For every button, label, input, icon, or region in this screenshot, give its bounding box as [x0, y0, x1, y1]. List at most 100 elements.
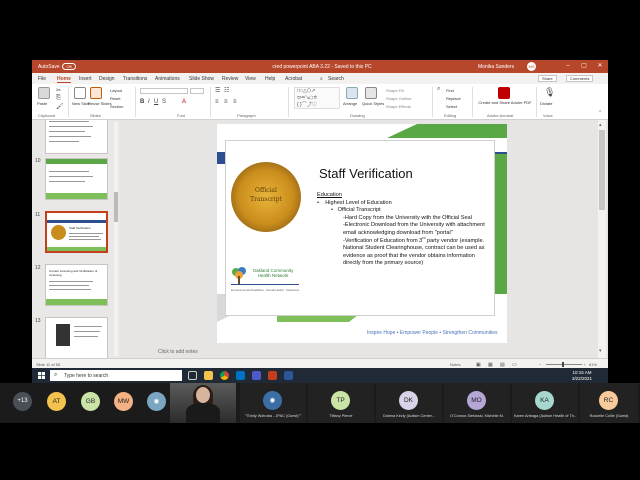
- zoom-out-icon[interactable]: −: [539, 362, 541, 367]
- active-speaker-video[interactable]: [170, 383, 236, 423]
- font-size-field[interactable]: [190, 88, 204, 94]
- align-right-icon[interactable]: ≡: [233, 99, 237, 105]
- tab-acrobat[interactable]: Acrobat: [285, 76, 302, 82]
- minimize-icon[interactable]: –: [562, 62, 574, 71]
- scroll-up-icon[interactable]: ▴: [599, 122, 602, 128]
- task-view-icon[interactable]: [188, 371, 197, 380]
- participant-avatar[interactable]: MW: [114, 392, 133, 411]
- tab-file[interactable]: File: [38, 76, 46, 82]
- windows-start-icon[interactable]: [38, 372, 45, 379]
- participant-tile[interactable]: DK Dolena Kezly (Autism Center...: [376, 383, 442, 423]
- microphone-icon[interactable]: 🎙: [544, 87, 555, 98]
- slide-thumbnail-10[interactable]: [45, 158, 108, 200]
- tab-home[interactable]: Home: [57, 76, 71, 83]
- user-avatar[interactable]: MS: [527, 62, 536, 71]
- participant-avatar[interactable]: AT: [47, 392, 66, 411]
- slide-thumbnail-11[interactable]: Staff Verification: [45, 211, 108, 253]
- thumbnails-scrollbar[interactable]: [114, 122, 118, 356]
- shape-fill-button[interactable]: Shape Fill: [386, 88, 404, 93]
- arrange-button[interactable]: Arrange: [343, 101, 357, 106]
- underline-icon[interactable]: U: [154, 99, 158, 105]
- participant-tile[interactable]: TP Tiffany Pierce: [308, 383, 374, 423]
- find-button[interactable]: Find: [446, 88, 454, 93]
- dictate-button[interactable]: Dictate: [540, 101, 552, 106]
- numbering-icon[interactable]: ☷: [224, 87, 229, 94]
- participant-tile[interactable]: RC Rockelle Collie (Guest): [580, 383, 638, 423]
- search-icon[interactable]: ⌕: [320, 76, 323, 82]
- align-center-icon[interactable]: ≡: [224, 99, 228, 105]
- tab-insert[interactable]: Insert: [79, 76, 92, 82]
- tab-review[interactable]: Review: [222, 76, 238, 82]
- create-share-pdf-button[interactable]: Create and Share Adobe PDF: [478, 100, 532, 106]
- shape-outline-button[interactable]: Shape Outline: [386, 96, 411, 101]
- bullets-icon[interactable]: ☰: [215, 87, 220, 94]
- taskbar-search[interactable]: ⌕ Type here to search: [50, 370, 182, 381]
- participant-avatar-person-icon[interactable]: ◉: [147, 392, 166, 411]
- participant-tile[interactable]: MO O'Connor-Siekloski, Michelle M.: [444, 383, 510, 423]
- shapes-gallery[interactable]: □○△⬠↗ ⬭▭↘⬡☆{ }⌒⤴♡: [294, 87, 340, 109]
- paste-button[interactable]: Paste: [37, 101, 47, 106]
- comments-button[interactable]: Comments: [566, 75, 594, 82]
- collapse-ribbon-icon[interactable]: ⌃: [598, 110, 602, 116]
- slide-thumbnail-12[interactable]: Current Licensing and Verification of Li…: [45, 264, 108, 306]
- reuse-slides-button[interactable]: Reuse Slides: [88, 101, 112, 106]
- slide-canvas[interactable]: Official Transcript Oakland Community He…: [217, 124, 507, 343]
- tab-transitions[interactable]: Transitions: [123, 76, 147, 82]
- notes-button[interactable]: Notes: [450, 362, 460, 367]
- tab-slide-show[interactable]: Slide Show: [189, 76, 214, 82]
- powerpoint-taskbar-icon[interactable]: [268, 371, 277, 380]
- notes-pane[interactable]: Click to add notes: [158, 349, 198, 355]
- slide-body-text[interactable]: Education • Highest Level of Education •…: [315, 192, 487, 268]
- reset-button[interactable]: Reset: [110, 96, 120, 101]
- copy-icon[interactable]: ⎘: [56, 95, 61, 102]
- bold-icon[interactable]: B: [140, 99, 144, 105]
- scroll-down-icon[interactable]: ▾: [599, 348, 602, 354]
- tab-view[interactable]: View: [245, 76, 256, 82]
- tab-animations[interactable]: Animations: [155, 76, 180, 82]
- shape-effects-button[interactable]: Shape Effects: [386, 104, 411, 109]
- italic-icon[interactable]: I: [148, 99, 150, 105]
- tab-help[interactable]: Help: [265, 76, 275, 82]
- close-icon[interactable]: ✕: [594, 62, 606, 71]
- slide-title[interactable]: Staff Verification: [319, 166, 413, 181]
- select-button[interactable]: Select: [446, 104, 457, 109]
- new-slide-icon[interactable]: [74, 87, 86, 99]
- teams-icon[interactable]: [252, 371, 261, 380]
- word-icon[interactable]: [284, 371, 293, 380]
- adobe-pdf-icon[interactable]: [498, 87, 510, 99]
- quick-styles-icon[interactable]: [365, 87, 377, 99]
- layout-button[interactable]: Layout: [110, 88, 122, 93]
- strikethrough-icon[interactable]: S: [162, 99, 166, 105]
- more-participants-button[interactable]: +13: [13, 392, 32, 411]
- chrome-icon[interactable]: [220, 371, 229, 380]
- share-button[interactable]: Share: [538, 75, 557, 82]
- section-button[interactable]: Section: [110, 104, 123, 109]
- format-painter-icon[interactable]: 🖌: [56, 103, 64, 110]
- quick-styles-button[interactable]: Quick Styles: [362, 101, 384, 106]
- zoom-in-icon[interactable]: +: [583, 362, 585, 367]
- tab-design[interactable]: Design: [99, 76, 115, 82]
- zoom-slider-knob[interactable]: [562, 362, 564, 367]
- search-box[interactable]: Search: [328, 76, 344, 82]
- reuse-slides-icon[interactable]: [90, 87, 102, 99]
- maximize-icon[interactable]: ▢: [578, 62, 590, 71]
- participant-tile[interactable]: ◉ ""Emily Wotruba - JPAC (Guest)"": [240, 383, 306, 423]
- font-name-field[interactable]: [140, 88, 188, 94]
- align-left-icon[interactable]: ≡: [215, 99, 219, 105]
- slide-thumbnail-9[interactable]: [45, 120, 108, 154]
- zoom-slider[interactable]: [546, 364, 582, 365]
- editor-scrollbar[interactable]: ▴ ▾: [598, 120, 606, 358]
- participant-tile[interactable]: KA Karen Arteaga (Autism Health of Th...: [512, 383, 578, 423]
- outlook-icon[interactable]: [236, 371, 245, 380]
- find-icon[interactable]: ⌕: [437, 86, 440, 93]
- slide-thumbnail-13[interactable]: [45, 317, 108, 358]
- autosave-toggle[interactable]: Off: [62, 63, 76, 70]
- arrange-icon[interactable]: [346, 87, 358, 99]
- participant-avatar[interactable]: GB: [81, 392, 100, 411]
- file-explorer-icon[interactable]: [204, 371, 213, 380]
- replace-button[interactable]: Replace: [446, 96, 461, 101]
- zoom-level[interactable]: 61%: [589, 362, 597, 367]
- system-clock[interactable]: 10:15 AM 3/22/2021: [562, 370, 602, 381]
- paste-icon[interactable]: [38, 87, 50, 99]
- font-color-icon[interactable]: A: [182, 99, 186, 105]
